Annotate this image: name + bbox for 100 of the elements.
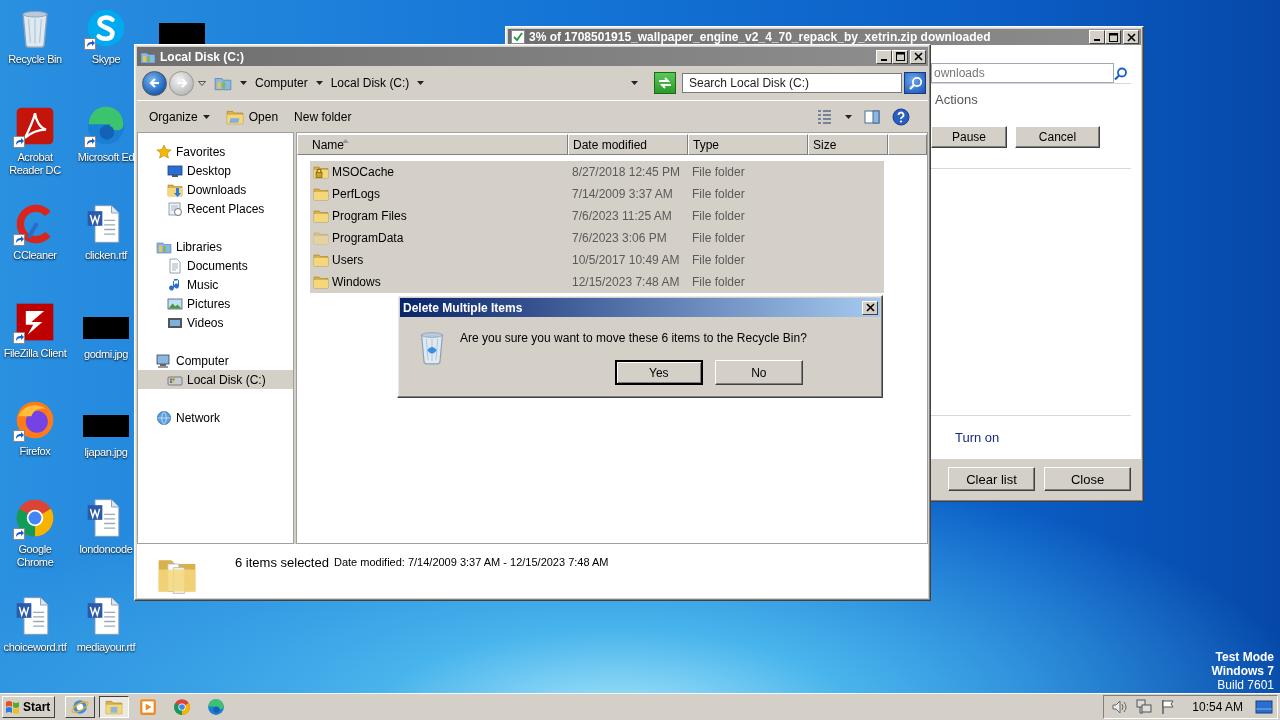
refresh-icon (657, 75, 673, 91)
search-field[interactable]: Search Local Disk (C:) (682, 73, 902, 93)
dialog-button[interactable]: No (714, 360, 803, 385)
file-row[interactable]: MSOCache 8/27/2018 12:45 PM File folder (310, 161, 884, 183)
dialog-message: Are you sure you want to move these 6 items to the Recycle Bin? (460, 331, 807, 345)
address-bar[interactable]: Computer Local Disk (C:) (212, 71, 644, 95)
history-dropdown[interactable] (196, 80, 208, 86)
folder-icon (105, 698, 124, 716)
nav-item[interactable]: Network (138, 408, 293, 427)
window-title: Local Disk (C:) (160, 49, 245, 64)
footer-button[interactable]: Clear list (948, 467, 1035, 491)
back-button[interactable] (142, 70, 167, 96)
caret-icon (240, 81, 247, 85)
desktop-icon-label[interactable]: Microsoft Ed (77, 151, 135, 164)
nav-item[interactable]: Recent Places (138, 199, 293, 218)
breadcrumb-item[interactable]: Computer (255, 76, 308, 90)
search-icon (908, 76, 922, 90)
column-header[interactable]: Type (688, 134, 808, 155)
flag-icon[interactable] (1160, 699, 1177, 715)
nav-item[interactable]: Videos (138, 313, 293, 332)
file-row[interactable]: PerfLogs 7/14/2009 3:37 AM File folder (310, 183, 884, 205)
nav-item[interactable]: Local Disk (C:) (138, 370, 293, 389)
date-range: Date modified: 7/14/2009 3:37 AM - 12/15/2023 7:48 AM (333, 556, 609, 568)
show-desktop-icon[interactable] (1255, 699, 1273, 715)
nav-item[interactable]: Music (138, 275, 293, 294)
selection-count: 6 items selected (235, 555, 329, 570)
action-button[interactable]: Cancel (1015, 126, 1100, 148)
file-name: ProgramData (332, 231, 405, 245)
nav-item[interactable]: Computer (138, 351, 293, 370)
file-name: Windows (332, 275, 382, 289)
close-button[interactable] (862, 300, 878, 315)
file-type: File folder (692, 231, 746, 245)
back-arrow-icon (147, 78, 162, 88)
folder-icon (313, 186, 329, 202)
start-button[interactable]: Start (2, 696, 56, 718)
date-modified: 7/6/2023 3:06 PM (572, 231, 668, 245)
breadcrumb-item[interactable]: Local Disk (C:) (330, 76, 410, 90)
shortcut-arrow-icon (84, 136, 96, 148)
nav-item[interactable]: Pictures (138, 294, 293, 313)
file-row[interactable]: Program Files 7/6/2023 11:25 AM File folder (310, 205, 884, 227)
file-type: File folder (692, 275, 746, 289)
close-icon (913, 52, 923, 61)
window-title: Delete Multiple Items (403, 300, 524, 315)
file-type: File folder (692, 187, 746, 201)
clock[interactable]: 10:54 AM (1192, 700, 1243, 714)
network-icon[interactable] (1136, 699, 1153, 715)
file-row[interactable]: Users 10/5/2017 10:49 AM File folder (310, 249, 884, 271)
maximize-icon (895, 52, 905, 61)
turn-on-link[interactable]: Turn on (955, 430, 1141, 445)
toolbar-button[interactable]: New folder (288, 107, 358, 126)
search-button[interactable] (904, 72, 926, 94)
chrome-icon (173, 698, 192, 716)
taskbar-button[interactable] (99, 696, 130, 718)
media-player-icon (139, 698, 158, 716)
volume-icon[interactable] (1112, 699, 1129, 715)
toolbar-button[interactable]: Open (219, 105, 285, 128)
shortcut-arrow-icon (13, 430, 25, 442)
nav-item[interactable]: Desktop (138, 161, 293, 180)
dialog-button[interactable]: Yes (614, 360, 703, 385)
picture-icon (167, 295, 183, 312)
desktop-icon-label[interactable]: clicken.rtf (84, 249, 128, 262)
desktop-icon-label[interactable]: Skype (91, 53, 121, 66)
action-button[interactable]: Pause (931, 126, 1007, 148)
nav-item[interactable]: Favorites (138, 142, 293, 161)
nav-item[interactable]: Libraries (138, 237, 293, 256)
shortcut-arrow-icon (13, 136, 25, 148)
edge-icon (207, 698, 226, 716)
column-header[interactable]: Name (297, 134, 568, 155)
file-row[interactable]: Windows 12/15/2023 7:48 AM File folder (310, 271, 884, 293)
shortcut-arrow-icon (13, 234, 25, 246)
menu-button[interactable]: Organize (143, 107, 216, 126)
column-header[interactable]: Size (808, 134, 888, 155)
list-view-icon (817, 108, 833, 125)
nav-item[interactable]: Downloads (138, 180, 293, 199)
caret-icon (417, 81, 425, 85)
file-row[interactable]: ProgramData 7/6/2023 3:06 PM File folder (310, 227, 884, 249)
search-icon[interactable] (1114, 66, 1127, 80)
system-info-text: Windows 7 (1211, 664, 1274, 678)
nav-item[interactable]: Documents (138, 256, 293, 275)
search-field[interactable]: ownloads (931, 63, 1114, 83)
shortcut-arrow-icon (13, 528, 25, 540)
folder-icon (313, 274, 329, 290)
monitor-icon (167, 162, 183, 179)
desktop-icon-label[interactable]: londoncode (79, 543, 133, 556)
footer-button[interactable]: Close (1044, 467, 1131, 491)
close-icon (865, 303, 875, 312)
caret-icon (631, 81, 638, 85)
pane-icon (864, 108, 880, 125)
star-icon (156, 143, 172, 160)
windows-logo-icon (5, 699, 21, 715)
computer-icon (156, 352, 172, 369)
column-header[interactable]: Date modified (568, 134, 688, 155)
desktop-icon-label[interactable]: godmi.jpg (83, 348, 129, 361)
network-icon (156, 409, 172, 426)
refresh-button[interactable] (654, 72, 676, 94)
desktop-icon-label[interactable]: ljapan.jpg (84, 446, 128, 459)
file-name: PerfLogs (332, 187, 382, 201)
maximize-icon (1108, 32, 1118, 42)
document-icon (167, 257, 183, 274)
shortcut-arrow-icon (13, 332, 25, 344)
